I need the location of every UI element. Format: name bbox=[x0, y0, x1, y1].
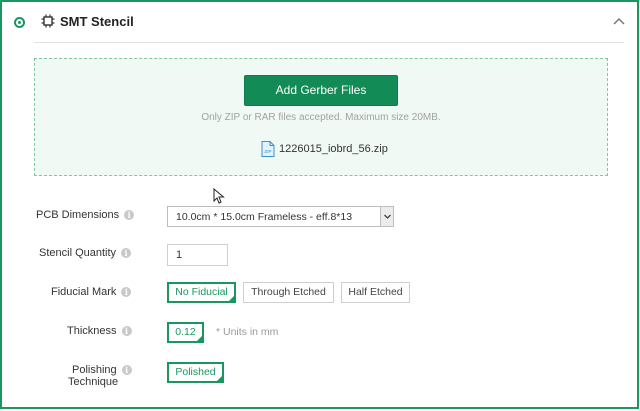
pcb-dimensions-value: 10.0cm * 15.0cm Frameless - eff.8*13 bbox=[176, 211, 353, 223]
polishing-technique-label: Polishing i Technique bbox=[68, 364, 132, 388]
thickness-units-note: * Units in mm bbox=[216, 326, 279, 338]
mouse-cursor-icon bbox=[213, 188, 225, 204]
thickness-option[interactable]: 0.12 bbox=[167, 322, 204, 343]
fiducial-mark-label-text: Fiducial Mark bbox=[51, 286, 117, 298]
selection-radio[interactable] bbox=[14, 17, 25, 28]
info-icon[interactable]: i bbox=[121, 287, 132, 298]
add-gerber-files-button[interactable]: Add Gerber Files bbox=[244, 75, 398, 106]
chip-icon bbox=[41, 14, 55, 28]
chevron-up-icon[interactable] bbox=[612, 16, 626, 26]
info-icon[interactable]: i bbox=[121, 365, 132, 376]
thickness-label-text: Thickness bbox=[67, 325, 117, 337]
stencil-quantity-input[interactable]: 1 bbox=[167, 244, 228, 266]
panel-header[interactable]: SMT Stencil bbox=[2, 2, 637, 42]
thickness-label: Thickness i bbox=[67, 325, 132, 337]
zip-file-icon: ZIP bbox=[261, 141, 275, 157]
polishing-option-polished[interactable]: Polished bbox=[167, 362, 224, 383]
chevron-down-icon bbox=[384, 214, 391, 219]
info-icon[interactable]: i bbox=[121, 248, 132, 259]
pcb-dimensions-select[interactable]: 10.0cm * 15.0cm Frameless - eff.8*13 bbox=[167, 206, 394, 227]
info-icon[interactable]: i bbox=[121, 326, 132, 337]
fiducial-option-half-etched[interactable]: Half Etched bbox=[341, 282, 410, 303]
fiducial-mark-label: Fiducial Mark i bbox=[51, 286, 132, 298]
fiducial-option-through-etched[interactable]: Through Etched bbox=[243, 282, 334, 303]
file-name: 1226015_iobrd_56.zip bbox=[279, 143, 388, 155]
pcb-dimensions-label: PCB Dimensions i bbox=[36, 209, 135, 221]
svg-text:ZIP: ZIP bbox=[264, 149, 271, 154]
stencil-quantity-label-text: Stencil Quantity bbox=[39, 247, 117, 259]
smt-stencil-panel: SMT Stencil Add Gerber Files Only ZIP or… bbox=[0, 0, 639, 409]
fiducial-option-no-fiducial[interactable]: No Fiducial bbox=[167, 282, 236, 303]
upload-hint: Only ZIP or RAR files accepted. Maximum … bbox=[201, 112, 441, 123]
header-divider bbox=[34, 42, 624, 43]
polishing-label-line2: Technique bbox=[68, 376, 119, 388]
pcb-dimensions-label-text: PCB Dimensions bbox=[36, 209, 120, 221]
gerber-dropzone[interactable]: Add Gerber Files Only ZIP or RAR files a… bbox=[34, 58, 608, 176]
panel-title: SMT Stencil bbox=[60, 14, 134, 29]
info-icon[interactable]: i bbox=[124, 210, 135, 221]
polishing-label-line1: Polishing bbox=[72, 364, 117, 376]
stencil-quantity-label: Stencil Quantity i bbox=[39, 247, 132, 259]
dropdown-arrow[interactable] bbox=[380, 207, 393, 226]
